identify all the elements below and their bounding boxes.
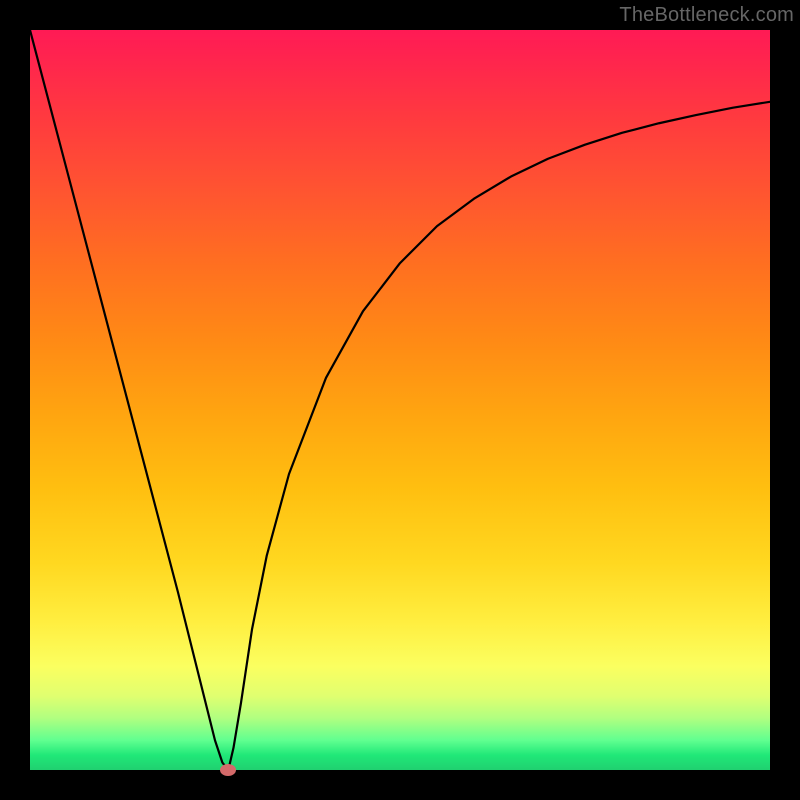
plot-area — [30, 30, 770, 770]
min-marker — [220, 764, 236, 776]
bottleneck-curve — [30, 30, 770, 770]
chart-frame: TheBottleneck.com — [0, 0, 800, 800]
watermark-text: TheBottleneck.com — [619, 4, 794, 27]
curve-path — [30, 30, 770, 770]
